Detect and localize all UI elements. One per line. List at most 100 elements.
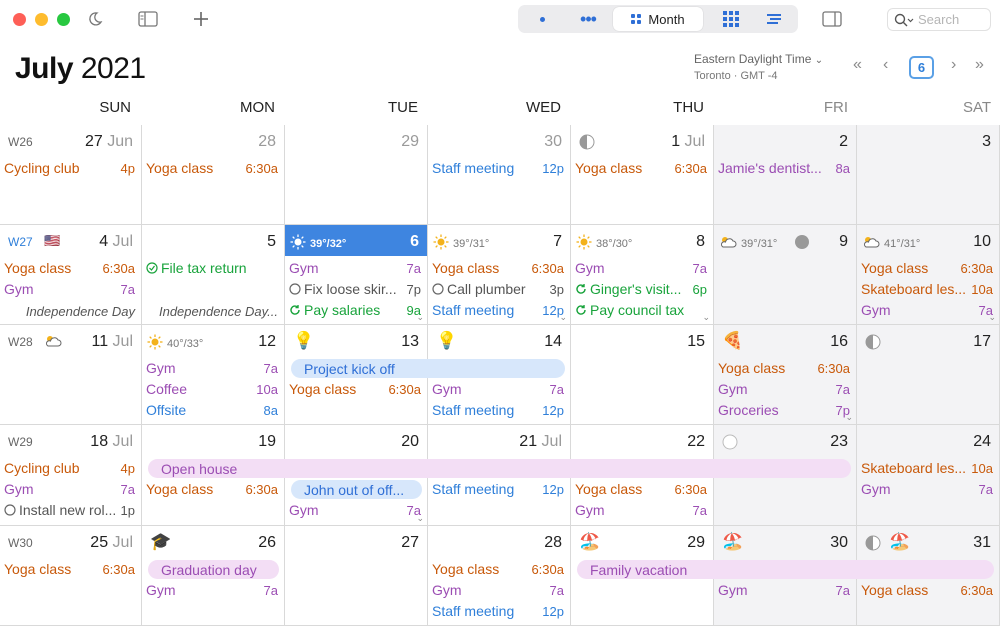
event-item[interactable]: Yoga class 6:30a — [432, 560, 564, 578]
day-cell[interactable]: 3 — [857, 125, 1000, 225]
day-cell[interactable]: 25 Jul W30 Yoga class 6:30a — [0, 526, 142, 626]
event-item[interactable]: Yoga class 6:30a — [289, 380, 421, 398]
day-view-button[interactable] — [524, 7, 560, 31]
timezone-selector[interactable]: Eastern Daylight Time ⌄ Toronto · GMT -4 — [694, 52, 823, 82]
event-item[interactable]: Offsite 8a — [146, 401, 278, 419]
day-cell[interactable]: 5 File tax return Independence Day... — [142, 225, 285, 325]
event-item[interactable]: Yoga class 6:30a — [4, 259, 135, 277]
day-cell[interactable]: 8 38°/30° Gym 7a Ginger's visit... 6p Pay coun… — [571, 225, 714, 325]
event-item[interactable]: Cycling club 4p — [4, 459, 135, 477]
event-item[interactable]: Yoga class 6:30a — [861, 259, 993, 277]
event-item[interactable]: Staff meeting 12p — [432, 301, 564, 319]
event-item[interactable]: Gym 7a — [4, 280, 135, 298]
minimize-window-button[interactable] — [35, 13, 48, 26]
day-cell[interactable]: 16 🍕 Yoga class 6:30a Gym 7a Groceries 7p ⌄ — [714, 325, 857, 425]
day-cell[interactable]: 24 Skateboard les... 10a Gym 7a — [857, 425, 1000, 526]
event-item[interactable]: Staff meeting 12p — [432, 401, 564, 419]
day-cell[interactable]: 1 Jul Yoga class 6:30a — [571, 125, 714, 225]
event-item[interactable]: Gym 7a — [289, 501, 421, 519]
day-cell[interactable]: 30 Staff meeting 12p — [428, 125, 571, 225]
event-item[interactable]: Groceries 7p — [718, 401, 850, 419]
day-cell[interactable]: 12 40°/33° Gym 7a Coffee 10a Offsite 8a — [142, 325, 285, 425]
task-item[interactable]: Fix loose skir... 7p — [289, 280, 421, 298]
event-item[interactable]: Gym 7a — [718, 581, 850, 599]
day-cell[interactable]: 27 Jun W26 Cycling club 4p — [0, 125, 142, 225]
day-cell[interactable]: 6 39°/32° Gym 7a Fix loose skir... 7p Pay sala… — [285, 225, 428, 325]
event-item[interactable]: Staff meeting 12p — [432, 602, 564, 620]
task-item[interactable]: Pay council tax — [575, 301, 707, 319]
day-cell[interactable]: 10 41°/31° Yoga class 6:30a Skateboard les..… — [857, 225, 1000, 325]
next-month-double-chevron-icon[interactable]: » — [975, 56, 984, 74]
task-item[interactable]: Ginger's visit... 6p — [575, 280, 707, 298]
zoom-window-button[interactable] — [57, 13, 70, 26]
task-item[interactable]: Install new rol... 1p — [4, 501, 135, 519]
today-button[interactable]: 6 — [909, 56, 934, 79]
list-view-button[interactable] — [756, 7, 792, 31]
more-events-chevron-icon[interactable]: ⌄ — [416, 312, 424, 323]
inspector-toggle-icon[interactable] — [820, 8, 844, 30]
event-item[interactable]: Gym 7a — [861, 480, 993, 498]
event-item[interactable]: Cycling club 4p — [4, 159, 135, 177]
previous-month-double-chevron-icon[interactable]: « — [853, 56, 862, 74]
more-events-chevron-icon[interactable]: ⌄ — [845, 412, 853, 423]
sidebar-toggle-icon[interactable] — [136, 8, 160, 30]
week-view-button[interactable]: ••• — [568, 7, 608, 31]
event-item[interactable]: Yoga class 6:30a — [861, 581, 993, 599]
day-cell[interactable]: 29 — [285, 125, 428, 225]
event-item[interactable]: Gym 7a — [861, 301, 993, 319]
event-item[interactable]: Yoga class 6:30a — [146, 480, 278, 498]
next-week-chevron-icon[interactable]: › — [951, 56, 956, 74]
multi-day-event[interactable]: Project kick off — [291, 359, 565, 378]
event-item[interactable]: Yoga class 6:30a — [575, 480, 707, 498]
event-item[interactable]: Staff meeting 12p — [432, 159, 564, 177]
task-item[interactable]: Call plumber 3p — [432, 280, 564, 298]
close-window-button[interactable] — [13, 13, 26, 26]
multi-day-event[interactable]: John out of off... — [291, 480, 422, 499]
task-item[interactable]: Pay salaries 9a — [289, 301, 421, 319]
more-events-chevron-icon[interactable]: ⌄ — [702, 312, 710, 323]
month-view-button[interactable]: Month — [613, 7, 703, 31]
event-item[interactable]: Skateboard les... 10a — [861, 459, 993, 477]
day-cell[interactable]: 27 — [285, 526, 428, 626]
event-item[interactable]: Jamie's dentist... 8a — [718, 159, 850, 177]
event-item[interactable]: Coffee 10a — [146, 380, 278, 398]
multi-day-event[interactable]: Graduation day — [148, 560, 279, 579]
day-cell[interactable]: 28 Yoga class 6:30a — [142, 125, 285, 225]
day-cell[interactable]: 11 Jul W28 — [0, 325, 142, 425]
event-item[interactable]: Yoga class 6:30a — [575, 159, 707, 177]
more-events-chevron-icon[interactable]: ⌄ — [416, 513, 424, 524]
event-item[interactable]: Skateboard les... 10a — [861, 280, 993, 298]
event-item[interactable]: Staff meeting 12p — [432, 480, 564, 498]
event-item[interactable]: Gym 7a — [146, 581, 278, 599]
day-cell[interactable]: 28 Yoga class 6:30a Gym 7a Staff meeting 12p — [428, 526, 571, 626]
event-item[interactable]: Gym 7a — [718, 380, 850, 398]
previous-week-chevron-icon[interactable]: ‹ — [883, 56, 888, 74]
add-event-icon[interactable] — [190, 8, 212, 30]
day-cell[interactable]: 7 39°/31° Yoga class 6:30a Call plumber 3p Sta… — [428, 225, 571, 325]
multi-day-event[interactable]: Open house — [148, 459, 851, 478]
day-cell[interactable]: 17 — [857, 325, 1000, 425]
more-events-chevron-icon[interactable]: ⌄ — [559, 312, 567, 323]
day-cell[interactable]: 15 — [571, 325, 714, 425]
event-item[interactable]: Yoga class 6:30a — [146, 159, 278, 177]
event-item[interactable]: Gym 7a — [289, 259, 421, 277]
day-cell[interactable]: 18 Jul W29 Cycling club 4p Gym 7a Install new … — [0, 425, 142, 526]
day-cell[interactable]: 9 39°/31° — [714, 225, 857, 325]
year-view-button[interactable] — [713, 7, 749, 31]
event-item[interactable]: Yoga class 6:30a — [718, 359, 850, 377]
more-events-chevron-icon[interactable]: ⌄ — [988, 312, 996, 323]
event-item[interactable]: Gym 7a — [146, 359, 278, 377]
day-cell[interactable]: 4 Jul W27 🇺🇸 Yoga class 6:30a Gym 7a Independen… — [0, 225, 142, 325]
search-field[interactable]: Search — [887, 8, 991, 31]
multi-day-event[interactable]: Family vacation — [577, 560, 994, 579]
task-item[interactable]: File tax return — [146, 259, 278, 277]
day-cell[interactable]: 2 Jamie's dentist... 8a — [714, 125, 857, 225]
event-item[interactable]: Yoga class 6:30a — [4, 560, 135, 578]
event-item[interactable]: Gym 7a — [432, 581, 564, 599]
event-item[interactable]: Gym 7a — [575, 259, 707, 277]
event-item[interactable]: Gym 7a — [432, 380, 564, 398]
event-item[interactable]: Yoga class 6:30a — [432, 259, 564, 277]
event-item[interactable]: Gym 7a — [575, 501, 707, 519]
event-item[interactable]: Gym 7a — [4, 480, 135, 498]
moon-theme-icon[interactable] — [84, 8, 106, 30]
